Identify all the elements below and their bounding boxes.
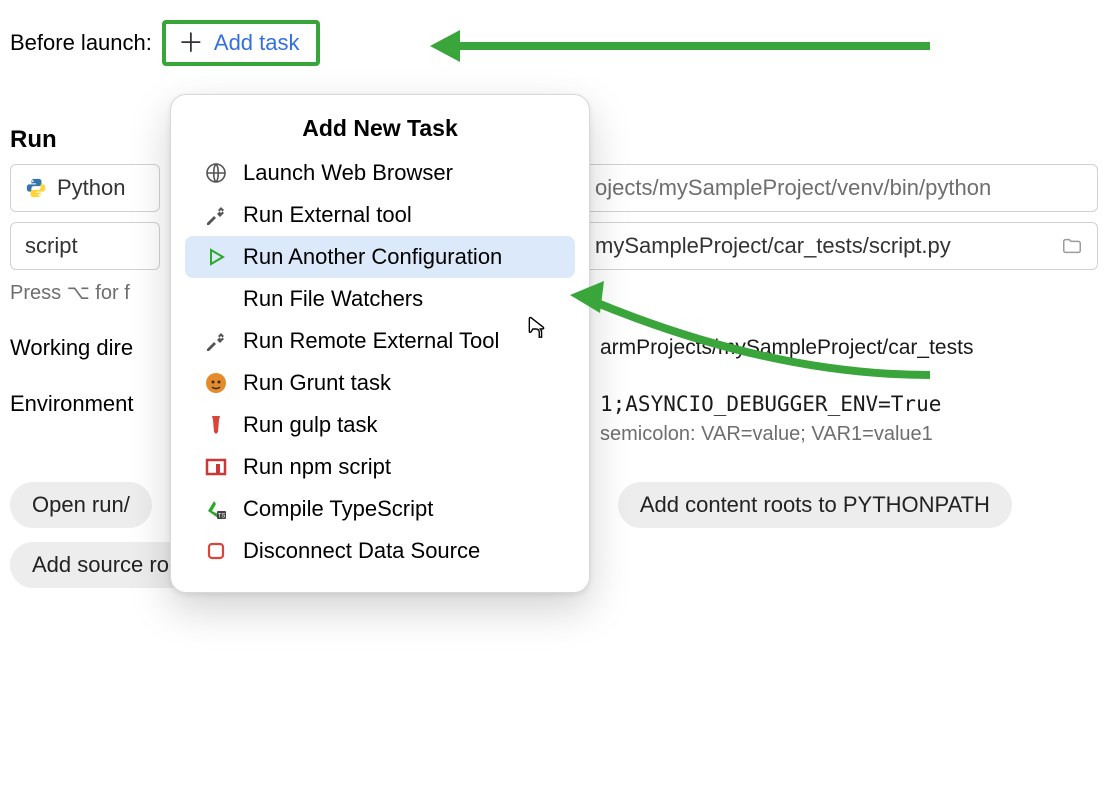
menu-item-label: Run Another Configuration (243, 244, 502, 270)
chip-content-roots[interactable]: Add content roots to PYTHONPATH (618, 482, 1012, 528)
interpreter-selector[interactable]: Python (10, 164, 160, 212)
interpreter-label: Python (57, 175, 126, 201)
cursor-pointer-icon (520, 315, 548, 343)
menu-item-label: Run npm script (243, 454, 391, 480)
menu-item-compile-typescript[interactable]: TS Compile TypeScript (185, 488, 575, 530)
menu-item-run-external-tool[interactable]: Run External tool (185, 194, 575, 236)
script-label: script (25, 233, 78, 259)
square-icon (203, 538, 229, 564)
python-icon (25, 177, 47, 199)
menu-item-label: Launch Web Browser (243, 160, 453, 186)
add-task-text: Add task (214, 30, 300, 56)
menu-item-disconnect-data-source[interactable]: Disconnect Data Source (185, 530, 575, 572)
add-task-button[interactable]: ＋ Add task (162, 20, 320, 66)
menu-item-run-grunt-task[interactable]: Run Grunt task (185, 362, 575, 404)
tools-icon (203, 202, 229, 228)
menu-item-launch-web-browser[interactable]: Launch Web Browser (185, 152, 575, 194)
menu-item-run-another-configuration[interactable]: Run Another Configuration (185, 236, 575, 278)
before-launch-label: Before launch: (10, 30, 152, 56)
menu-item-label: Run Remote External Tool (243, 328, 499, 354)
menu-item-label: Run gulp task (243, 412, 378, 438)
working-dir-label: Working dire (10, 335, 170, 361)
plus-icon: ＋ (178, 30, 204, 56)
script-path-value: mySampleProject/car_tests/script.py (595, 233, 951, 259)
menu-item-label: Disconnect Data Source (243, 538, 480, 564)
npm-icon (203, 454, 229, 480)
svg-text:TS: TS (218, 514, 226, 520)
menu-item-label: Compile TypeScript (243, 496, 433, 522)
menu-item-run-remote-external-tool[interactable]: Run Remote External Tool (185, 320, 575, 362)
menu-item-run-gulp-task[interactable]: Run gulp task (185, 404, 575, 446)
ts-icon: TS (203, 496, 229, 522)
menu-item-label: Run Grunt task (243, 370, 391, 396)
menu-item-run-file-watchers[interactable]: Run File Watchers (185, 278, 575, 320)
menu-item-label: Run External tool (243, 202, 412, 228)
script-selector[interactable]: script (10, 222, 160, 270)
menu-item-label: Run File Watchers (243, 286, 423, 312)
grunt-icon (203, 370, 229, 396)
tools-icon (203, 328, 229, 354)
menu-item-run-npm-script[interactable]: Run npm script (185, 446, 575, 488)
gulp-icon (203, 412, 229, 438)
add-task-popup: Add New Task Launch Web Browser Run Exter… (170, 94, 590, 593)
annotation-arrow-1 (430, 36, 930, 56)
folder-icon[interactable] (1061, 235, 1083, 257)
interpreter-path-value: ojects/mySampleProject/venv/bin/python (595, 175, 991, 201)
popup-title: Add New Task (179, 113, 581, 152)
play-icon (203, 244, 229, 270)
env-label: Environment (10, 391, 170, 417)
globe-icon (203, 160, 229, 186)
chip-open-run[interactable]: Open run/ (10, 482, 152, 528)
